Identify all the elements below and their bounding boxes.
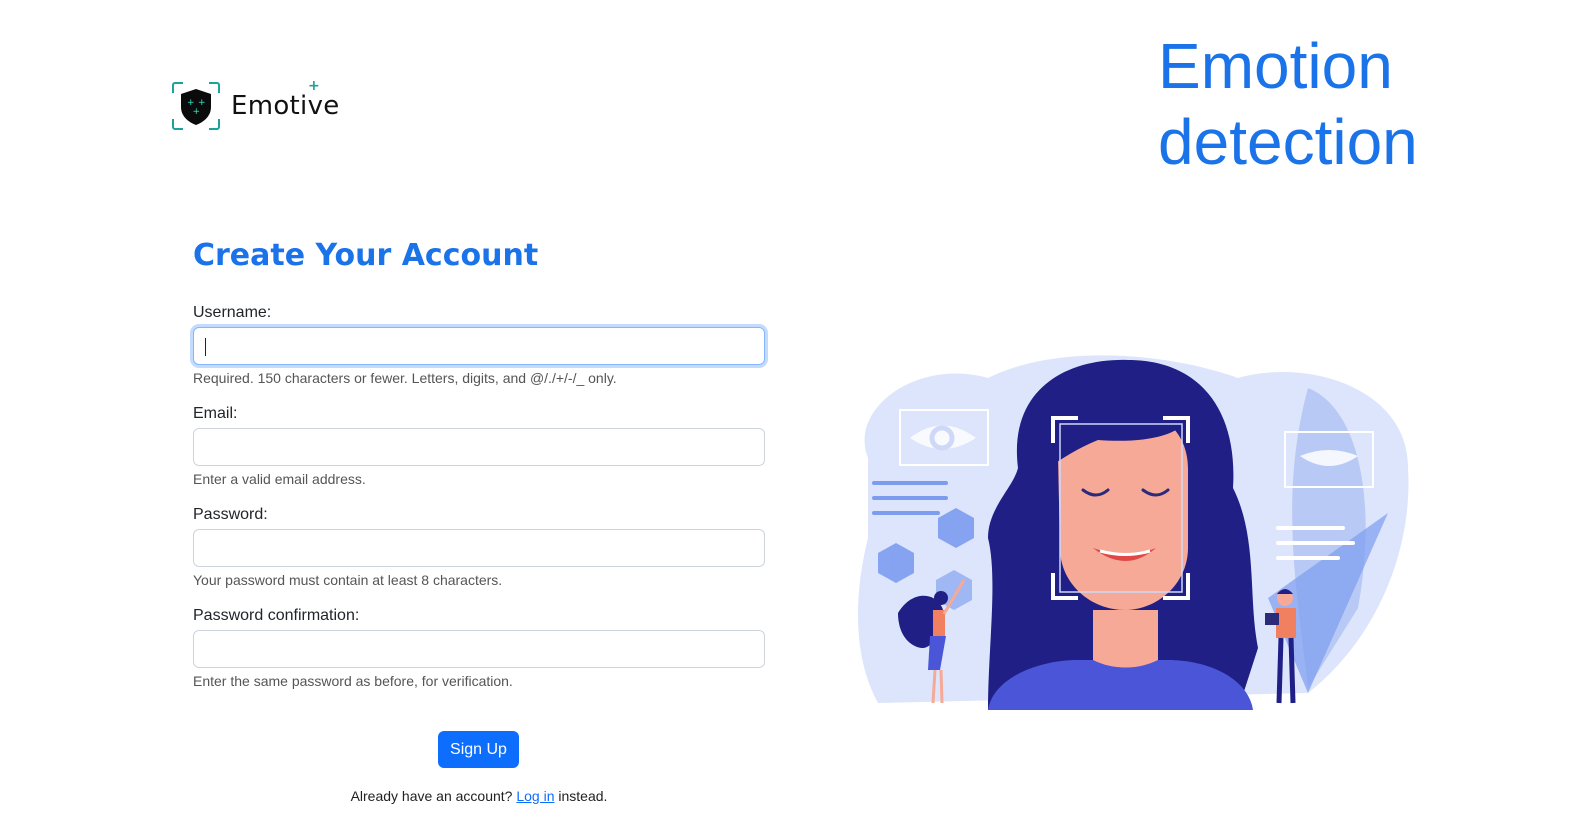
form-title: Create Your Account	[193, 238, 539, 273]
password-group: Password: Your password must contain at …	[193, 506, 765, 588]
hero-title-line1: Emotion	[1158, 30, 1393, 102]
password-input[interactable]	[193, 529, 765, 567]
username-input[interactable]	[193, 327, 765, 365]
login-suffix: instead.	[558, 788, 608, 804]
brand-name: Emotive +	[231, 78, 340, 121]
password-confirmation-label: Password confirmation:	[193, 607, 360, 624]
email-help: Enter a valid email address.	[193, 471, 366, 487]
svg-text:+: +	[193, 107, 201, 117]
email-label: Email:	[193, 405, 238, 422]
password-confirmation-input[interactable]	[193, 630, 765, 668]
signup-page: + + + Emotive + Emotion detection Create…	[0, 0, 1579, 833]
text-caret	[205, 338, 206, 356]
username-label: Username:	[193, 304, 272, 321]
username-group: Username: Required. 150 characters or fe…	[193, 304, 765, 386]
sign-up-button[interactable]: Sign Up	[438, 731, 519, 768]
hero-title: Emotion detection	[1158, 28, 1518, 180]
face-recognition-illustration	[838, 348, 1418, 710]
brand-logo-link[interactable]: + + + Emotive +	[171, 78, 340, 131]
password-label: Password:	[193, 506, 268, 523]
brand-plus-icon: +	[308, 78, 321, 94]
login-prompt: Already have an account? Log in instead.	[193, 788, 765, 804]
shield-face-scan-icon: + + +	[171, 81, 221, 131]
username-help: Required. 150 characters or fewer. Lette…	[193, 370, 617, 386]
password-confirmation-help: Enter the same password as before, for v…	[193, 673, 513, 689]
email-group: Email: Enter a valid email address.	[193, 405, 765, 487]
hero-title-line2: detection	[1158, 106, 1418, 178]
email-input[interactable]	[193, 428, 765, 466]
login-link[interactable]: Log in	[516, 788, 554, 804]
password-help: Your password must contain at least 8 ch…	[193, 572, 503, 588]
password-confirmation-group: Password confirmation: Enter the same pa…	[193, 607, 765, 689]
login-prefix: Already have an account?	[350, 788, 513, 804]
